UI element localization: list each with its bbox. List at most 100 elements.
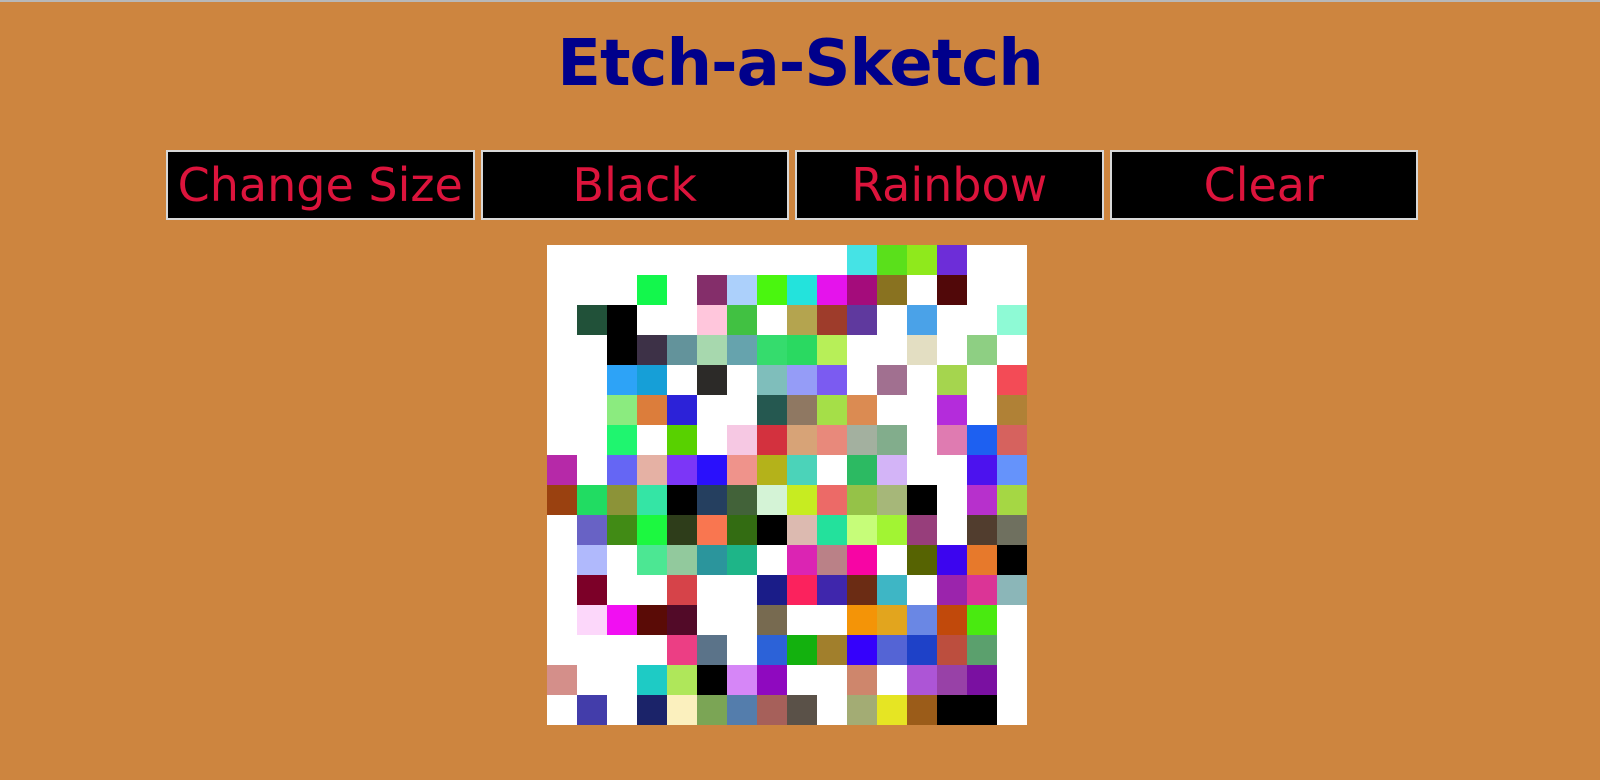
grid-cell[interactable] [937,665,967,695]
grid-cell[interactable] [787,545,817,575]
grid-cell[interactable] [697,335,727,365]
grid-cell[interactable] [817,605,847,635]
grid-cell[interactable] [547,545,577,575]
grid-cell[interactable] [577,275,607,305]
grid-cell[interactable] [817,485,847,515]
grid-cell[interactable] [697,365,727,395]
grid-cell[interactable] [817,245,847,275]
grid-cell[interactable] [757,245,787,275]
grid-cell[interactable] [667,335,697,365]
grid-cell[interactable] [937,335,967,365]
grid-cell[interactable] [847,365,877,395]
grid-cell[interactable] [847,245,877,275]
grid-cell[interactable] [997,635,1027,665]
grid-cell[interactable] [757,425,787,455]
grid-cell[interactable] [757,365,787,395]
grid-cell[interactable] [697,275,727,305]
grid-cell[interactable] [967,245,997,275]
grid-cell[interactable] [817,275,847,305]
grid-cell[interactable] [847,605,877,635]
grid-cell[interactable] [577,605,607,635]
grid-cell[interactable] [607,485,637,515]
grid-cell[interactable] [667,485,697,515]
grid-cell[interactable] [817,335,847,365]
grid-cell[interactable] [787,425,817,455]
grid-cell[interactable] [787,515,817,545]
grid-cell[interactable] [637,485,667,515]
grid-cell[interactable] [967,635,997,665]
grid-cell[interactable] [877,335,907,365]
grid-cell[interactable] [577,395,607,425]
grid-cell[interactable] [547,365,577,395]
grid-cell[interactable] [607,425,637,455]
grid-cell[interactable] [997,305,1027,335]
grid-cell[interactable] [667,305,697,335]
grid-cell[interactable] [877,515,907,545]
grid-cell[interactable] [997,275,1027,305]
grid-cell[interactable] [727,665,757,695]
grid-cell[interactable] [607,635,637,665]
grid-cell[interactable] [607,335,637,365]
grid-cell[interactable] [907,395,937,425]
grid-cell[interactable] [757,545,787,575]
grid-cell[interactable] [787,365,817,395]
grid-cell[interactable] [667,395,697,425]
grid-cell[interactable] [847,275,877,305]
grid-cell[interactable] [697,635,727,665]
grid-cell[interactable] [787,245,817,275]
grid-cell[interactable] [637,635,667,665]
grid-cell[interactable] [637,545,667,575]
grid-cell[interactable] [667,695,697,725]
grid-cell[interactable] [817,365,847,395]
grid-cell[interactable] [967,515,997,545]
grid-cell[interactable] [817,305,847,335]
grid-cell[interactable] [547,395,577,425]
grid-cell[interactable] [967,365,997,395]
grid-cell[interactable] [877,305,907,335]
grid-cell[interactable] [547,515,577,545]
grid-cell[interactable] [937,425,967,455]
grid-cell[interactable] [697,575,727,605]
grid-cell[interactable] [637,335,667,365]
grid-cell[interactable] [637,695,667,725]
grid-cell[interactable] [877,275,907,305]
grid-cell[interactable] [607,575,637,605]
grid-cell[interactable] [907,545,937,575]
grid-cell[interactable] [787,275,817,305]
grid-cell[interactable] [997,665,1027,695]
grid-cell[interactable] [787,485,817,515]
grid-cell[interactable] [937,485,967,515]
grid-cell[interactable] [787,635,817,665]
grid-cell[interactable] [967,665,997,695]
grid-cell[interactable] [727,695,757,725]
grid-cell[interactable] [877,245,907,275]
grid-cell[interactable] [997,575,1027,605]
grid-cell[interactable] [727,245,757,275]
grid-cell[interactable] [937,365,967,395]
grid-cell[interactable] [847,575,877,605]
grid-cell[interactable] [607,545,637,575]
grid-cell[interactable] [907,605,937,635]
grid-cell[interactable] [787,665,817,695]
grid-cell[interactable] [997,395,1027,425]
grid-cell[interactable] [547,485,577,515]
grid-cell[interactable] [667,635,697,665]
grid-cell[interactable] [697,605,727,635]
grid-cell[interactable] [997,335,1027,365]
grid-cell[interactable] [757,605,787,635]
grid-cell[interactable] [967,545,997,575]
black-mode-button[interactable]: Black [480,150,789,220]
change-size-button[interactable]: Change Size [166,150,475,220]
grid-cell[interactable] [697,695,727,725]
grid-cell[interactable] [997,365,1027,395]
grid-cell[interactable] [787,605,817,635]
grid-cell[interactable] [757,395,787,425]
grid-cell[interactable] [577,485,607,515]
grid-cell[interactable] [607,275,637,305]
grid-cell[interactable] [847,485,877,515]
grid-cell[interactable] [757,485,787,515]
grid-cell[interactable] [607,515,637,545]
grid-cell[interactable] [757,335,787,365]
grid-cell[interactable] [967,425,997,455]
grid-cell[interactable] [577,425,607,455]
